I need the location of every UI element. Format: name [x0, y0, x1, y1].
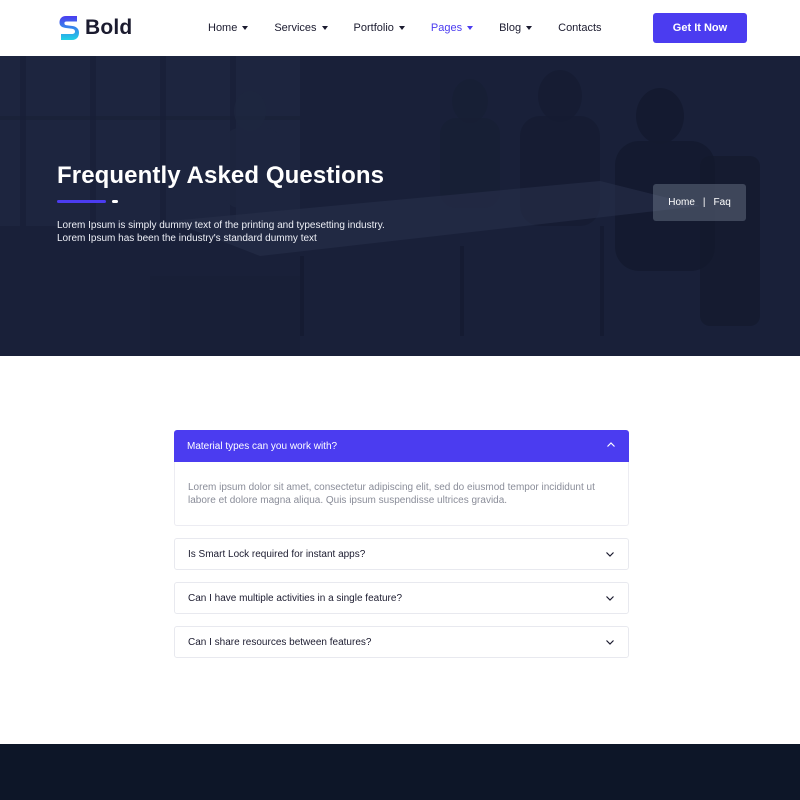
nav-label: Portfolio: [353, 22, 394, 34]
faq-item-open-header[interactable]: Material types can you work with?: [174, 430, 629, 462]
chevron-down-icon: [606, 640, 614, 645]
nav-label: Services: [274, 22, 317, 34]
faq-item[interactable]: Can I share resources between features?: [174, 626, 629, 658]
hero-description: Lorem Ipsum is simply dummy text of the …: [57, 219, 417, 245]
faq-answer: Lorem ipsum dolor sit amet, consectetur …: [174, 462, 629, 526]
nav-label: Blog: [499, 22, 522, 34]
site-header: Bold Home Services Portfolio Pages Blog …: [0, 0, 800, 56]
title-underline: [57, 200, 106, 203]
nav-label: Home: [208, 22, 238, 34]
faq-item[interactable]: Is Smart Lock required for instant apps?: [174, 538, 629, 570]
nav-label: Contacts: [558, 22, 602, 34]
chevron-down-icon: [606, 552, 614, 557]
get-it-now-button[interactable]: Get It Now: [653, 13, 747, 43]
caret-down-icon: [526, 26, 533, 30]
nav-item-services[interactable]: Services: [274, 22, 328, 34]
breadcrumb: Home | Faq: [653, 184, 746, 221]
faq-question: Material types can you work with?: [187, 440, 338, 452]
nav-item-contacts[interactable]: Contacts: [558, 22, 601, 34]
caret-down-icon: [242, 26, 249, 30]
nav-item-home[interactable]: Home: [208, 22, 249, 34]
breadcrumb-separator: |: [702, 197, 706, 208]
logo-s-icon: [59, 16, 79, 40]
caret-down-icon: [467, 26, 474, 30]
title-underline-dash: [112, 200, 118, 203]
faq-item[interactable]: Can I have multiple activities in a sing…: [174, 582, 629, 614]
main-nav: Home Services Portfolio Pages Blog Conta…: [208, 0, 628, 56]
site-footer: [0, 744, 800, 800]
breadcrumb-current: Faq: [713, 197, 731, 208]
brand-name: Bold: [85, 16, 133, 39]
chevron-up-icon: [607, 442, 615, 447]
nav-item-pages[interactable]: Pages: [430, 22, 474, 34]
faq-accordion: Material types can you work with? Lorem …: [174, 430, 629, 658]
hero-description-line: Lorem Ipsum is simply dummy text of the …: [57, 220, 385, 231]
faq-question: Is Smart Lock required for instant apps?: [188, 548, 366, 560]
brand-logo[interactable]: Bold: [58, 14, 132, 42]
breadcrumb-home-link[interactable]: Home: [668, 197, 695, 208]
chevron-down-icon: [606, 596, 614, 601]
hero-description-line: Lorem Ipsum has been the industry's stan…: [57, 233, 317, 244]
nav-item-portfolio[interactable]: Portfolio: [354, 22, 405, 34]
nav-label: Pages: [430, 22, 463, 34]
page-title: Frequently Asked Questions: [57, 162, 385, 189]
faq-question: Can I share resources between features?: [188, 636, 372, 648]
nav-item-blog[interactable]: Blog: [499, 22, 533, 34]
caret-down-icon: [321, 26, 328, 30]
faq-question: Can I have multiple activities in a sing…: [188, 592, 403, 604]
page-hero: Frequently Asked Questions Lorem Ipsum i…: [0, 56, 800, 356]
caret-down-icon: [398, 26, 405, 30]
